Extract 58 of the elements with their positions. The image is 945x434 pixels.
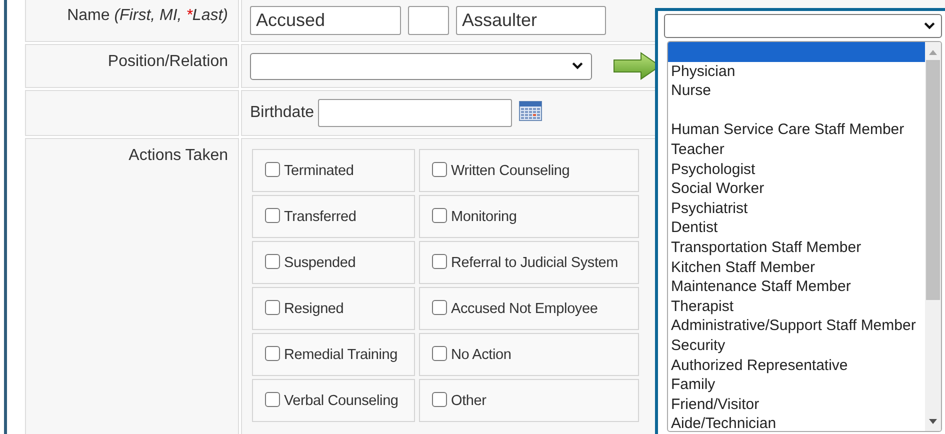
- checkbox[interactable]: [432, 162, 447, 177]
- calendar-icon[interactable]: [519, 101, 542, 121]
- option[interactable]: Security: [668, 336, 925, 356]
- option[interactable]: Authorized Representative: [668, 356, 925, 376]
- option[interactable]: Physician: [668, 62, 925, 82]
- option[interactable]: Therapist: [668, 296, 925, 316]
- checkbox-option[interactable]: Terminated: [252, 149, 415, 192]
- middle-initial-field[interactable]: [408, 6, 449, 34]
- caret-icon: [924, 22, 935, 30]
- option[interactable]: Human Service Care Staff Member: [668, 120, 925, 140]
- relation-select[interactable]: [664, 14, 942, 38]
- scroll-thumb[interactable]: [926, 60, 940, 300]
- scroll-down-icon[interactable]: [928, 418, 938, 426]
- option[interactable]: Family: [668, 375, 925, 395]
- checkbox[interactable]: [265, 392, 280, 407]
- checkbox[interactable]: [432, 392, 447, 407]
- birthdate-field[interactable]: [318, 99, 512, 127]
- checkbox[interactable]: [265, 254, 280, 269]
- field-label: Actions Taken: [128, 147, 228, 165]
- option[interactable]: Friend/Visitor: [668, 394, 925, 414]
- checkbox[interactable]: [432, 346, 447, 361]
- option[interactable]: Teacher: [668, 140, 925, 160]
- checkbox-option[interactable]: Resigned: [252, 287, 415, 330]
- checkbox[interactable]: [265, 162, 280, 177]
- checkbox-option[interactable]: Written Counseling: [419, 149, 639, 192]
- checkbox-option[interactable]: No Action: [419, 333, 639, 376]
- checkbox[interactable]: [432, 300, 447, 315]
- position-select[interactable]: [250, 52, 592, 80]
- checkbox-option[interactable]: Suspended: [252, 241, 415, 284]
- field-label: Birthdate: [250, 104, 314, 122]
- checkbox-option[interactable]: Remedial Training: [252, 333, 415, 376]
- option[interactable]: Dentist: [668, 218, 925, 238]
- option[interactable]: Maintenance Staff Member: [668, 277, 925, 297]
- field-label: Name (First, MI, *Last): [67, 7, 228, 25]
- option[interactable]: Social Worker: [668, 179, 925, 199]
- last-name-field[interactable]: Assaulter: [456, 6, 606, 34]
- checkbox[interactable]: [432, 254, 447, 269]
- option[interactable]: Nurse: [668, 81, 925, 101]
- option[interactable]: Psychologist: [668, 160, 925, 180]
- option[interactable]: Kitchen Staff Member: [668, 258, 925, 278]
- checkbox[interactable]: [265, 208, 280, 223]
- checkbox-option[interactable]: Verbal Counseling: [252, 379, 415, 422]
- field-label: Position/Relation: [108, 53, 228, 71]
- caret-icon: [572, 62, 583, 70]
- option[interactable]: Transportation Staff Member: [668, 238, 925, 258]
- checkbox[interactable]: [432, 208, 447, 223]
- checkbox-option[interactable]: Other: [419, 379, 639, 422]
- option[interactable]: Administrative/Support Staff Member: [668, 316, 925, 336]
- checkbox[interactable]: [265, 300, 280, 315]
- option[interactable]: Psychiatrist: [668, 198, 925, 218]
- scrollbar[interactable]: [925, 42, 941, 431]
- checkbox-option[interactable]: Referral to Judicial System: [419, 241, 639, 284]
- checkbox-option[interactable]: Transferred: [252, 195, 415, 238]
- checkbox-option[interactable]: Monitoring: [419, 195, 639, 238]
- first-name-field[interactable]: Accused: [250, 6, 401, 34]
- option[interactable]: Aide/Technician: [668, 414, 925, 431]
- checkbox[interactable]: [265, 346, 280, 361]
- checkbox-option[interactable]: Accused Not Employee: [419, 287, 639, 330]
